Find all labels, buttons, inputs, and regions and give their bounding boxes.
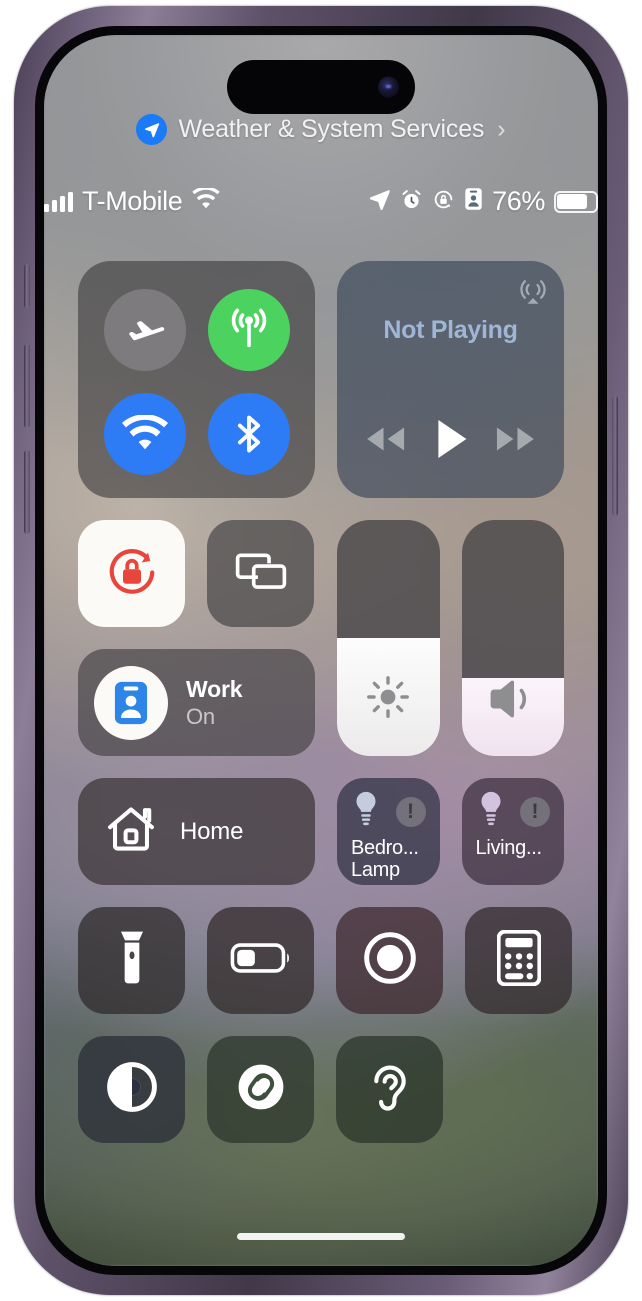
control-center-grid: Not Playing Work On Home ! Bedro... Lamp… — [78, 261, 572, 1143]
rotation-lock-icon — [102, 541, 162, 606]
brightness-slider[interactable] — [337, 520, 440, 756]
cc-row-connectivity-media: Not Playing — [78, 261, 564, 498]
fast-forward-icon[interactable] — [494, 424, 538, 454]
rewind-icon[interactable] — [363, 424, 407, 454]
focus-state: On — [186, 703, 215, 729]
bluetooth-button[interactable] — [208, 393, 290, 475]
cellular-antenna-icon — [226, 307, 272, 353]
brightness-sun-icon — [364, 673, 412, 726]
play-icon[interactable] — [434, 418, 468, 460]
lightbulb-icon — [351, 790, 381, 833]
wifi-button[interactable] — [104, 393, 186, 475]
lightbulb-icon — [476, 790, 506, 833]
volume-slider[interactable] — [461, 520, 564, 756]
wifi-icon — [122, 415, 168, 453]
work-focus-badge-icon — [94, 665, 168, 740]
shazam-icon — [233, 1059, 289, 1120]
home-app-tile[interactable]: Home — [78, 778, 315, 885]
calculator-button[interactable] — [465, 907, 572, 1014]
calculator-icon — [496, 929, 541, 991]
volume-down-button[interactable] — [24, 450, 30, 534]
flashlight-icon — [117, 929, 147, 992]
accessory-name: Living... — [475, 837, 543, 859]
low-power-mode-button[interactable] — [207, 907, 314, 1014]
focus-tile-labels: Work On — [186, 676, 242, 730]
screen-record-icon — [362, 930, 418, 991]
hearing-button[interactable] — [336, 1036, 443, 1143]
device-screen: Weather & System Services › T-Mobile 76%… — [44, 35, 598, 1266]
no-response-badge-icon: ! — [395, 796, 426, 827]
media-player-module[interactable]: Not Playing — [337, 261, 564, 498]
volume-up-button[interactable] — [24, 344, 30, 428]
battery-percentage: 76% — [492, 186, 545, 216]
cc-row-utilities-2 — [78, 1036, 564, 1143]
location-services-banner[interactable]: Weather & System Services › — [44, 114, 598, 145]
cc-slider-column — [337, 520, 564, 756]
iphone-device-frame: Weather & System Services › T-Mobile 76%… — [14, 6, 628, 1295]
chevron-right-icon[interactable]: › — [497, 117, 505, 142]
dark-mode-button[interactable] — [78, 1036, 185, 1143]
work-focus-badge-icon — [464, 187, 483, 216]
dynamic-island[interactable] — [227, 60, 415, 114]
connectivity-module — [78, 261, 315, 498]
rotation-lock-icon — [432, 188, 455, 216]
screen-recording-button[interactable] — [336, 907, 443, 1014]
status-bar-right: 76% — [367, 186, 598, 217]
accessory-name: Bedro... Lamp — [351, 837, 419, 882]
status-bar: T-Mobile 76% — [44, 186, 598, 217]
cc-row-utilities-1 — [78, 907, 572, 1014]
speaker-wave-icon — [488, 677, 538, 726]
home-tile-label: Home — [180, 817, 244, 845]
airplane-icon — [122, 307, 168, 353]
accessory-tile-living-room[interactable]: ! Living... — [461, 778, 564, 885]
music-recognition-button[interactable] — [207, 1036, 314, 1143]
cc-left-column: Work On — [78, 520, 315, 756]
airplay-audio-icon[interactable] — [518, 275, 548, 305]
bluetooth-icon — [227, 412, 271, 456]
accessory-header: ! — [351, 790, 426, 833]
media-transport-controls — [363, 418, 538, 460]
device-bezel: Weather & System Services › T-Mobile 76%… — [35, 26, 607, 1275]
cc-row-home: Home ! Bedro... Lamp ! Living... — [78, 778, 564, 885]
cellular-signal-icon — [44, 191, 73, 212]
no-response-badge-icon: ! — [520, 796, 550, 827]
home-indicator[interactable] — [237, 1233, 405, 1240]
cc-row-toggles-sliders: Work On — [78, 520, 564, 756]
media-title: Not Playing — [383, 316, 518, 344]
rotation-lock-button[interactable] — [78, 520, 185, 627]
screen-mirroring-button[interactable] — [207, 520, 314, 627]
wifi-icon — [191, 186, 221, 215]
cc-toggle-row — [78, 520, 315, 627]
battery-icon — [554, 190, 598, 213]
accessory-header: ! — [476, 790, 550, 833]
flashlight-button[interactable] — [78, 907, 185, 1014]
battery-low-power-icon — [230, 941, 292, 980]
home-house-icon — [104, 802, 158, 861]
dark-mode-icon — [104, 1059, 160, 1120]
alarm-clock-icon — [400, 188, 423, 216]
control-center: Weather & System Services › T-Mobile 76%… — [44, 35, 598, 1266]
carrier-name: T-Mobile — [82, 186, 183, 216]
front-camera-icon — [378, 76, 399, 98]
cellular-data-button[interactable] — [208, 289, 290, 371]
screen-mirroring-icon — [232, 548, 290, 599]
status-bar-left: T-Mobile — [44, 186, 221, 217]
focus-name: Work — [186, 675, 243, 702]
mute-switch-button[interactable] — [24, 264, 30, 308]
location-arrow-icon — [367, 187, 391, 216]
power-button[interactable] — [612, 396, 618, 516]
location-arrow-icon — [136, 114, 168, 145]
focus-mode-tile[interactable]: Work On — [78, 649, 315, 756]
accessory-tile-bedroom-lamp[interactable]: ! Bedro... Lamp — [337, 778, 440, 885]
ear-hearing-icon — [366, 1058, 414, 1121]
location-banner-label: Weather & System Services — [178, 115, 485, 143]
airplane-mode-button[interactable] — [104, 289, 186, 371]
